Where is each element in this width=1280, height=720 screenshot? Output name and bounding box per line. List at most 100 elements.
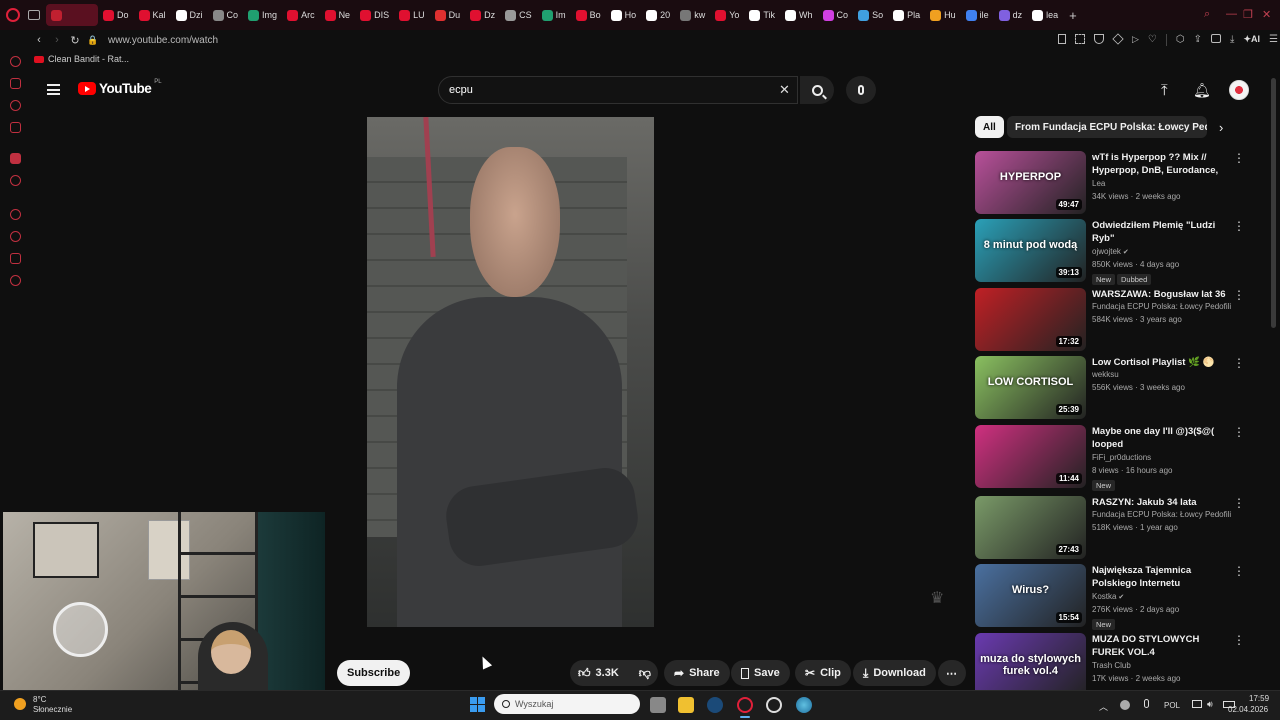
tab-overview-icon[interactable] xyxy=(28,10,40,20)
taskbar-search-input[interactable]: Wyszukaj xyxy=(494,694,640,714)
shield-icon[interactable] xyxy=(1094,34,1104,44)
task-view-icon[interactable] xyxy=(650,697,666,713)
snapshot-icon[interactable] xyxy=(1075,34,1085,44)
recommended-video[interactable]: 8 minut pod wodą 39:13 Odwiedziłem Plemię … xyxy=(975,219,1245,285)
cube-icon[interactable] xyxy=(1112,33,1124,45)
hamburger-menu-icon[interactable] xyxy=(47,84,60,95)
windows-start-icon[interactable] xyxy=(470,697,485,712)
video-title[interactable]: Maybe one day I'll @)3($@( looped xyxy=(1092,425,1228,451)
browser-tab[interactable]: Pla xyxy=(888,4,925,26)
more-actions-button[interactable]: ⋯ xyxy=(938,660,966,686)
recommended-video[interactable]: 11:44 Maybe one day I'll @)3($@( looped Fi… xyxy=(975,425,1245,491)
browser-tab[interactable]: Bo xyxy=(571,4,606,26)
search-button[interactable] xyxy=(800,76,834,104)
opera-logo-icon[interactable] xyxy=(6,8,20,22)
video-thumbnail[interactable]: Wirus? 15:54 xyxy=(975,564,1086,627)
recommended-video[interactable]: Wirus? 15:54 Największa Tajemnica Polskieg… xyxy=(975,564,1245,630)
chip-from-channel[interactable]: From Fundacja ECPU Polska: Łowcy Pedofil… xyxy=(1007,116,1207,138)
bookmark-icon[interactable] xyxy=(1058,34,1066,44)
browser-tab[interactable]: CS xyxy=(500,4,537,26)
obs-icon[interactable] xyxy=(766,697,782,713)
browser-tab[interactable]: Wh xyxy=(780,4,818,26)
chips-next-icon[interactable]: › xyxy=(1219,120,1223,135)
recommended-video[interactable]: HYPERPOP 49:47 wTf is Hyperpop ?? Mix // H… xyxy=(975,151,1245,215)
recommended-video[interactable]: 17:32 WARSZAWA: Bogusław lat 36 Fundacja E… xyxy=(975,288,1245,352)
tray-app-icon[interactable] xyxy=(1120,700,1130,710)
sidebar-player-icon[interactable] xyxy=(10,209,21,220)
video-title[interactable]: MUZA DO STYLOWYCH FUREK VOL.4 xyxy=(1092,633,1228,659)
browser-tab[interactable]: dz xyxy=(994,4,1028,26)
browser-tab[interactable]: Im xyxy=(537,4,571,26)
video-title[interactable]: WARSZAWA: Bogusław lat 36 xyxy=(1092,288,1228,301)
downloads-icon[interactable]: ⤓ xyxy=(1230,34,1234,46)
minimize-button[interactable]: — xyxy=(1226,8,1237,20)
video-more-options-icon[interactable]: ⋮ xyxy=(1233,497,1245,509)
sidebar-messenger-icon[interactable] xyxy=(10,100,21,111)
url-field[interactable]: www.youtube.com/watch xyxy=(108,35,218,46)
video-title[interactable]: RASZYN: Jakub 34 lata xyxy=(1092,496,1228,509)
video-more-options-icon[interactable]: ⋮ xyxy=(1233,220,1245,232)
chip-all[interactable]: All xyxy=(975,116,1004,138)
sidebar-home-icon[interactable] xyxy=(10,56,21,67)
channel-name[interactable]: Lea xyxy=(1092,179,1105,188)
bookmark-item[interactable]: Clean Bandit - Rat... xyxy=(48,54,129,64)
sidebar-history-icon[interactable] xyxy=(10,231,21,242)
clear-search-icon[interactable]: ✕ xyxy=(779,82,790,98)
browser-tab[interactable]: 20 xyxy=(641,4,675,26)
dislike-button[interactable]: 👎︎ xyxy=(639,666,651,681)
sidebar-bag-icon[interactable] xyxy=(10,78,21,89)
maximize-button[interactable]: ❐ xyxy=(1243,8,1253,21)
volume-icon[interactable]: 🔊︎ xyxy=(1207,699,1213,710)
forward-button[interactable]: › xyxy=(48,34,66,46)
play-icon[interactable]: ▷ xyxy=(1132,34,1139,46)
opera-gx-icon[interactable] xyxy=(737,697,753,713)
clock-time[interactable]: 17:59 xyxy=(1249,694,1269,703)
video-player[interactable] xyxy=(367,117,654,627)
browser-tab[interactable]: Kal xyxy=(134,4,171,26)
aria-ai-button[interactable]: ✦AI xyxy=(1243,34,1260,46)
video-more-options-icon[interactable]: ⋮ xyxy=(1233,289,1245,301)
channel-name[interactable]: Fundacja ECPU Polska: Łowcy Pedofili xyxy=(1092,302,1231,311)
voice-search-button[interactable] xyxy=(846,76,876,104)
browser-tab[interactable]: Tik xyxy=(744,4,780,26)
clip-button[interactable]: ✂ Clip xyxy=(795,660,851,686)
video-more-options-icon[interactable]: ⋮ xyxy=(1233,152,1245,164)
browser-tab[interactable]: Img xyxy=(243,4,282,26)
clock-date[interactable]: 02.04.2026 xyxy=(1228,705,1268,714)
file-explorer-icon[interactable] xyxy=(678,697,694,713)
channel-name[interactable]: ojwojtek ✔ xyxy=(1092,247,1129,256)
recommended-video[interactable]: muza do stylowych furek vol.4 MUZA DO STY… xyxy=(975,633,1245,697)
sidebar-settings-icon[interactable] xyxy=(10,275,21,286)
channel-name[interactable]: FiFi_pr0ductions xyxy=(1092,453,1151,462)
steam-icon[interactable] xyxy=(707,697,723,713)
back-button[interactable]: ‹ xyxy=(30,34,48,46)
search-tabs-icon[interactable]: ⌕ xyxy=(1204,8,1210,21)
browser-tab[interactable]: Hu xyxy=(925,4,961,26)
sidebar-twitch-icon[interactable] xyxy=(10,153,21,164)
extensions-icon[interactable]: ⬡ xyxy=(1176,34,1185,46)
video-thumbnail[interactable]: 8 minut pod wodą 39:13 xyxy=(975,219,1086,282)
browser-tab[interactable]: DIS xyxy=(355,4,394,26)
weather-icon[interactable] xyxy=(14,698,26,710)
browser-tab[interactable]: Ne xyxy=(320,4,356,26)
video-more-options-icon[interactable]: ⋮ xyxy=(1233,565,1245,577)
upload-icon[interactable]: ⤒ xyxy=(1161,82,1168,99)
tray-mic-icon[interactable] xyxy=(1144,699,1149,708)
avatar[interactable] xyxy=(1229,80,1249,100)
globe-app-icon[interactable] xyxy=(796,697,812,713)
video-more-options-icon[interactable]: ⋮ xyxy=(1233,634,1245,646)
browser-tab[interactable]: Arc xyxy=(282,4,320,26)
video-more-options-icon[interactable]: ⋮ xyxy=(1233,426,1245,438)
download-button[interactable]: ⤓ Download xyxy=(853,660,936,686)
video-title[interactable]: Odwiedziłem Plemię "Ludzi Ryb" xyxy=(1092,219,1228,245)
menu-icon[interactable]: ☰ xyxy=(1269,34,1278,46)
video-thumbnail[interactable]: 27:43 xyxy=(975,496,1086,559)
search-input[interactable]: ecpu ✕ xyxy=(438,76,798,104)
tray-chevron-icon[interactable]: ︿ xyxy=(1099,700,1108,713)
video-title[interactable]: Low Cortisol Playlist 🌿 🌕 xyxy=(1092,356,1228,369)
language-indicator[interactable]: POL xyxy=(1164,701,1180,710)
youtube-logo[interactable]: YouTube PL xyxy=(78,79,162,96)
browser-tab[interactable]: Yo xyxy=(710,4,744,26)
subscribe-button[interactable]: Subscribe xyxy=(337,660,411,686)
browser-tab[interactable] xyxy=(46,4,98,26)
